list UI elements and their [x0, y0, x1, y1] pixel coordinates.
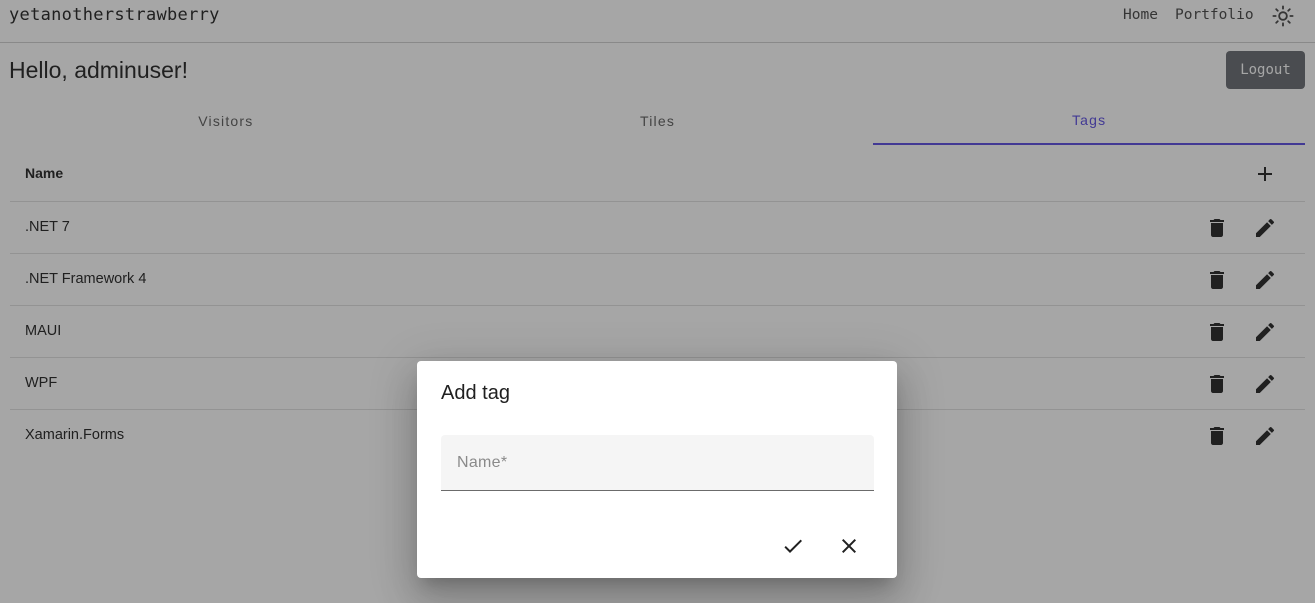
close-icon — [842, 539, 856, 553]
cancel-button[interactable] — [837, 534, 861, 558]
page: yetanotherstrawberry Home Portfolio Hell… — [0, 0, 1315, 603]
dialog-title: Add tag — [441, 382, 510, 404]
confirm-button[interactable] — [781, 534, 805, 558]
check-icon — [784, 539, 802, 553]
add-tag-dialog: Add tag — [417, 361, 897, 578]
name-field — [441, 435, 874, 491]
tag-name-input[interactable] — [441, 435, 874, 490]
